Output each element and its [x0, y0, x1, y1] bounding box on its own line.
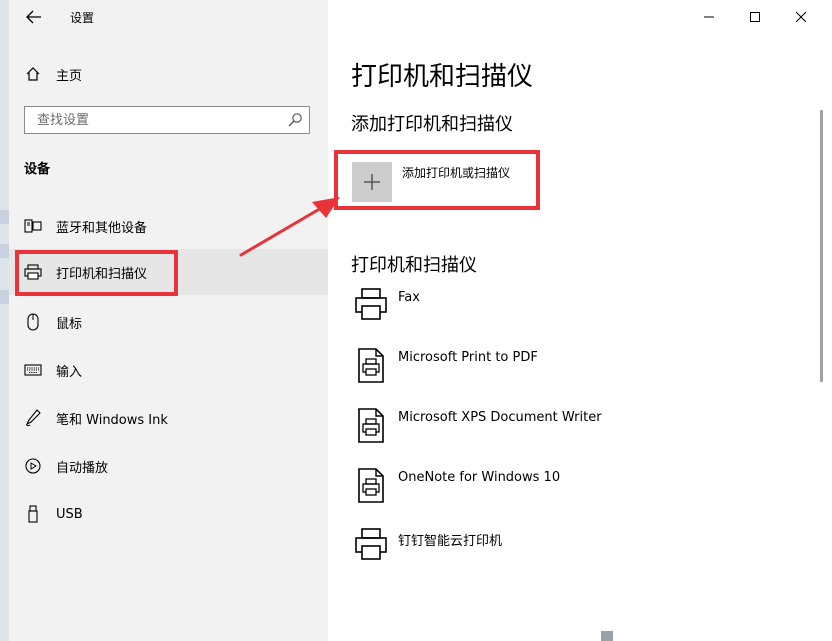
- sidebar-item-label: 鼠标: [56, 316, 83, 332]
- document-printer-icon: [358, 468, 384, 503]
- highlight-box: [334, 150, 540, 210]
- search-icon: [288, 113, 302, 127]
- sidebar-item-typing[interactable]: 输入: [9, 347, 328, 393]
- printer-name: 钉钉智能云打印机: [398, 534, 503, 549]
- section-label: 设备: [24, 162, 51, 177]
- background-window-mark: [0, 210, 9, 224]
- printer-name: Fax: [398, 290, 420, 305]
- printers-list-heading: 打印机和扫描仪: [351, 255, 477, 276]
- sidebar-item-label: USB: [56, 506, 83, 522]
- list-item[interactable]: OneNote for Windows 10: [350, 466, 810, 518]
- scrollbar[interactable]: [820, 110, 823, 382]
- list-item[interactable]: Fax: [350, 286, 810, 338]
- app-title: 设置: [70, 11, 95, 25]
- close-button[interactable]: [778, 0, 824, 34]
- sidebar-item-usb[interactable]: USB: [9, 491, 328, 537]
- arrow-left-icon: [26, 10, 41, 24]
- maximize-icon: [750, 12, 760, 22]
- close-icon: [796, 12, 806, 22]
- document-printer-icon: [358, 348, 384, 383]
- usb-icon: [23, 504, 43, 524]
- autoplay-icon: [23, 456, 43, 476]
- mouse-icon: [23, 312, 43, 332]
- pen-icon: [23, 408, 43, 428]
- printer-icon: [355, 288, 387, 320]
- sidebar-item-autoplay[interactable]: 自动播放: [9, 443, 328, 489]
- sidebar-item-label: 蓝牙和其他设备: [56, 220, 148, 236]
- background-window-edge: [601, 631, 613, 641]
- home-icon: [23, 64, 43, 84]
- annotation-arrow: [239, 197, 340, 257]
- minimize-icon: [704, 16, 714, 18]
- list-item[interactable]: Microsoft XPS Document Writer: [350, 406, 810, 458]
- background-window-edge: [0, 0, 9, 641]
- page-title: 打印机和扫描仪: [351, 62, 534, 92]
- document-printer-icon: [358, 408, 384, 443]
- add-section-heading: 添加打印机和扫描仪: [351, 114, 513, 135]
- bluetooth-devices-icon: [23, 216, 43, 236]
- minimize-button[interactable]: [686, 0, 732, 34]
- sidebar-item-label: 笔和 Windows Ink: [56, 412, 168, 428]
- list-item[interactable]: Microsoft Print to PDF: [350, 346, 810, 398]
- sidebar-item-label: 输入: [56, 364, 83, 380]
- printer-icon: [355, 528, 387, 560]
- background-window-mark: [0, 244, 9, 258]
- printer-name: Microsoft XPS Document Writer: [398, 410, 602, 425]
- search-input[interactable]: [35, 107, 279, 133]
- highlight-box: [15, 250, 178, 296]
- printer-name: OneNote for Windows 10: [398, 470, 561, 485]
- sidebar-item-mouse[interactable]: 鼠标: [9, 299, 328, 345]
- sidebar-item-label: 自动播放: [56, 460, 109, 476]
- list-item[interactable]: 钉钉智能云打印机: [350, 526, 810, 578]
- search-box[interactable]: [24, 106, 310, 134]
- maximize-button[interactable]: [732, 0, 778, 34]
- printer-name: Microsoft Print to PDF: [398, 350, 538, 365]
- sidebar-item-home[interactable]: 主页: [9, 51, 328, 97]
- sidebar-item-pen[interactable]: 笔和 Windows Ink: [9, 395, 328, 441]
- background-window-mark: [0, 290, 9, 304]
- keyboard-icon: [23, 360, 43, 380]
- back-button[interactable]: [14, 2, 54, 32]
- sidebar-item-label: 主页: [56, 68, 83, 84]
